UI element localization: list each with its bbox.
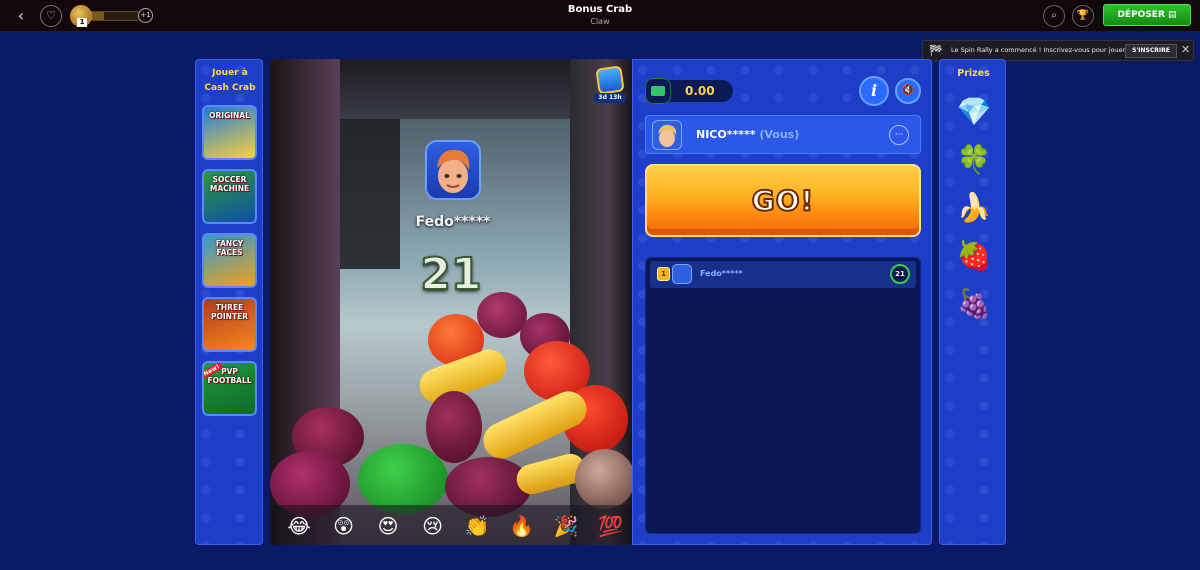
level-progress: 1 +1	[70, 5, 154, 27]
game-tile-label: SOCCER MACHINE	[209, 175, 250, 193]
user-name-text: NICO*****	[696, 128, 756, 141]
strawberry-icon: 🍓	[956, 239, 992, 272]
emoji-reaction-button[interactable]: 😲	[331, 513, 357, 539]
control-panel: 0.00 i 🔇 NICO***** (Vous) ··· GO! 1 Fedo*…	[632, 59, 932, 545]
user-name: NICO***** (Vous)	[696, 128, 799, 141]
spin-rally-notification: 🏁 Le Spin Rally a commencé ! Inscrivez-v…	[922, 40, 1194, 61]
ticket-icon	[595, 65, 625, 95]
balance-value: 0.00	[685, 84, 715, 98]
plush-sparkle-ball	[575, 449, 632, 509]
plum-icon: 🍇	[956, 287, 992, 320]
level-number: 1	[77, 18, 87, 27]
top-bar: ‹ ♡ 1 +1 Bonus Crab Claw ⌕ 🏆 DÉPOSER ▤	[0, 0, 1200, 32]
flag-icon: 🏁	[929, 44, 943, 57]
back-button[interactable]: ‹	[12, 6, 30, 26]
avatar-face-icon	[658, 124, 677, 147]
player-avatar	[425, 140, 481, 200]
close-icon[interactable]: ✕	[1181, 43, 1190, 56]
game-tile[interactable]: PVP FOOTBALL New!	[202, 361, 257, 416]
emoji-reaction-button[interactable]: 😢	[420, 513, 446, 539]
prizes-title: Prizes	[957, 68, 990, 79]
register-button[interactable]: S'INSCRIRE	[1125, 44, 1177, 58]
game-tile[interactable]: SOCCER MACHINE	[202, 169, 257, 224]
notification-text: Le Spin Rally a commencé ! Inscrivez-vou…	[951, 46, 1126, 54]
countdown-timer: 21	[419, 248, 482, 301]
mute-icon: 🔇	[901, 85, 915, 96]
level-plus-badge: +1	[138, 8, 153, 23]
info-button[interactable]: i	[859, 76, 889, 106]
search-button[interactable]: ⌕	[1043, 5, 1065, 27]
game-tile-label: FANCY FACES	[215, 239, 244, 257]
heart-icon: ♡	[46, 9, 56, 22]
player-queue: 1 Fedo***** 21	[645, 257, 921, 534]
claw-mechanism	[340, 119, 400, 269]
cash-icon: ▤	[1168, 10, 1177, 20]
chevron-left-icon: ‹	[17, 6, 25, 25]
plush-plum	[426, 391, 482, 463]
timer-badge-text: 3d 13h	[594, 93, 626, 103]
queue-avatar	[672, 264, 692, 284]
go-label: GO!	[751, 183, 815, 218]
emoji-reaction-button[interactable]: 😍	[375, 513, 401, 539]
deposit-label: DÉPOSER	[1117, 10, 1165, 20]
favorite-button[interactable]: ♡	[40, 5, 62, 27]
clover-icon: 🍀	[956, 143, 992, 176]
other-games-title-line2: Cash Crab	[204, 83, 256, 93]
game-tile[interactable]: FANCY FACES	[202, 233, 257, 288]
emoji-reaction-button[interactable]: 🔥	[509, 513, 535, 539]
game-subtitle: Claw	[590, 17, 610, 26]
mute-button[interactable]: 🔇	[895, 78, 921, 104]
banana-icon: 🍌	[956, 191, 992, 224]
game-tile-label: ORIGINAL	[209, 111, 250, 120]
game-tile[interactable]: ORIGINAL	[202, 105, 257, 160]
queue-rank: 1	[657, 267, 670, 281]
user-you-label: (Vous)	[759, 128, 800, 141]
claw-machine-camera: Fedo***** 21 3d 13h 😂 😲 😍 😢 👏 🔥 🎉 💯	[270, 59, 632, 545]
page-title: Bonus Crab Claw	[500, 3, 700, 27]
diamond-icon: 💎	[956, 95, 992, 128]
trophy-icon: 🏆	[1076, 10, 1090, 21]
user-more-button[interactable]: ···	[889, 125, 909, 145]
prizes-panel: Prizes 💎 🍀 🍌 🍓 🍇	[939, 59, 1006, 545]
emoji-reaction-button[interactable]: 👏	[464, 513, 490, 539]
game-title: Bonus Crab	[567, 4, 633, 15]
wallet-icon	[645, 78, 671, 104]
game-tile-label: THREE POINTER	[211, 303, 248, 321]
queue-player-name: Fedo*****	[700, 269, 743, 278]
go-button[interactable]: GO!	[645, 164, 921, 237]
current-user-row: NICO***** (Vous) ···	[645, 115, 921, 154]
plush-clover	[358, 444, 448, 514]
emoji-reaction-button[interactable]: 💯	[598, 513, 624, 539]
queue-row: 1 Fedo***** 21	[650, 261, 916, 288]
queue-count: 21	[890, 264, 910, 284]
deposit-button[interactable]: DÉPOSER ▤	[1103, 4, 1191, 26]
search-icon: ⌕	[1051, 10, 1057, 21]
avatar-face-icon	[437, 149, 470, 193]
other-games-panel: Jouer à Cash Crab ORIGINAL SOCCER MACHINE…	[195, 59, 263, 545]
emoji-reaction-button[interactable]: 😂	[286, 513, 312, 539]
user-avatar	[652, 120, 682, 150]
game-tile[interactable]: THREE POINTER	[202, 297, 257, 352]
other-games-title: Jouer à Cash Crab	[196, 66, 264, 96]
emoji-reaction-button[interactable]: 🎉	[553, 513, 579, 539]
current-player-name: Fedo*****	[415, 214, 491, 230]
level-badge-icon: 1	[70, 5, 92, 27]
other-games-title-line1: Jouer à	[212, 68, 248, 78]
trophy-button[interactable]: 🏆	[1072, 5, 1094, 27]
emoji-reaction-bar: 😂 😲 😍 😢 👏 🔥 🎉 💯	[270, 505, 632, 545]
timer-badge[interactable]: 3d 13h	[594, 65, 626, 105]
